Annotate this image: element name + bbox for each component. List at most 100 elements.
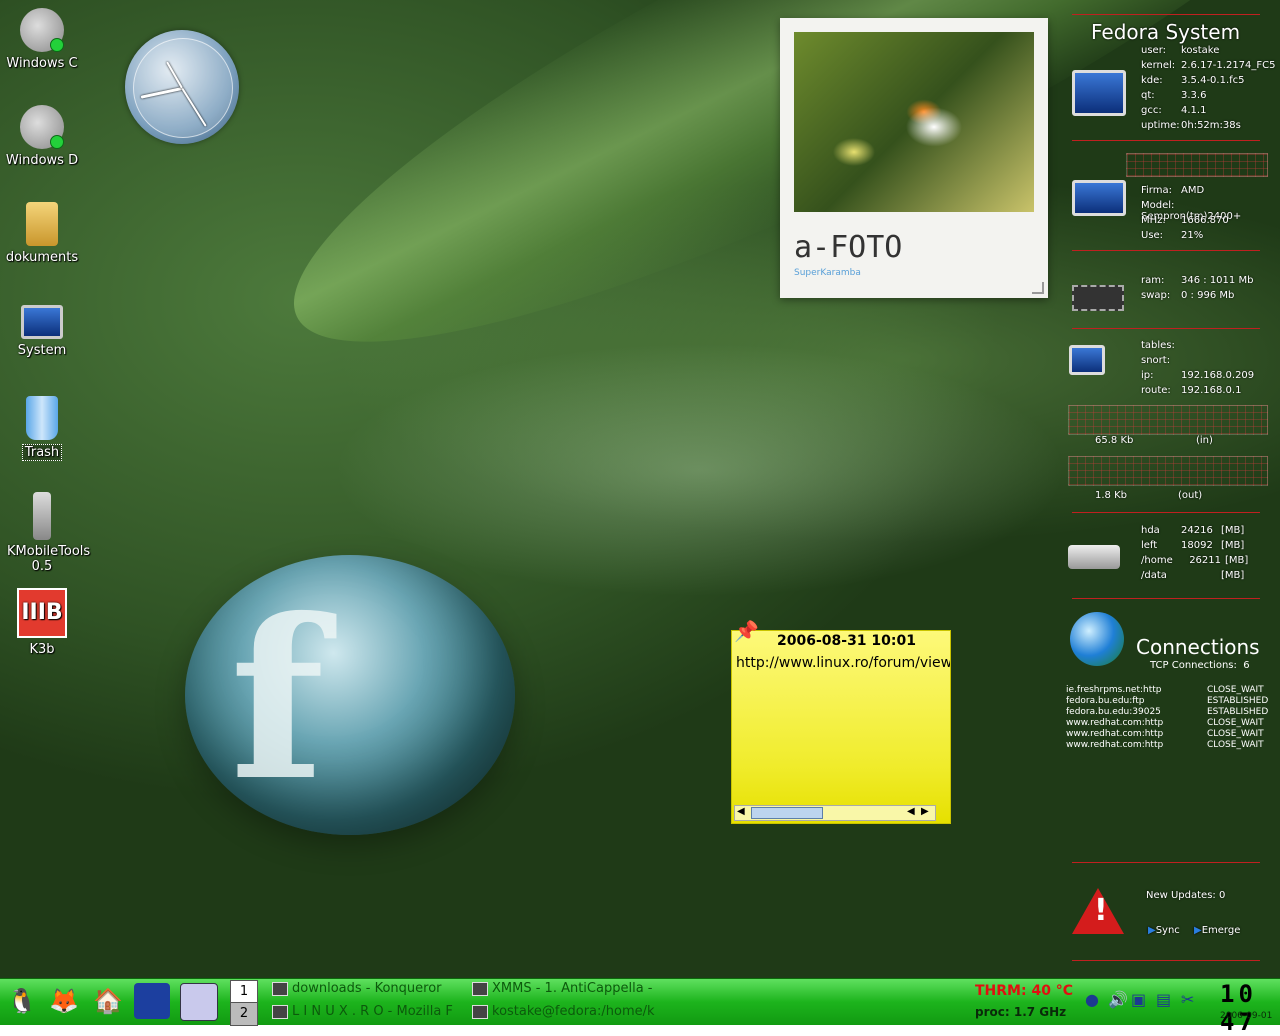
- computer-icon: [21, 305, 63, 339]
- connection-row: www.redhat.com:http CLOSE_WAIT: [1066, 740, 1264, 750]
- pushpin-icon: 📌: [734, 619, 759, 643]
- desktop-icon-system[interactable]: System: [2, 305, 82, 358]
- thermal-readout: THRM: 40 °C: [975, 983, 1074, 999]
- sticky-note-widget[interactable]: 📌 2006-08-31 10:01 http://www.linux.ro/f…: [731, 619, 951, 824]
- task-xmms[interactable]: XMMS - 1. AntiCappella -: [472, 981, 662, 996]
- sysinfo-row: qt: 3.3.6: [1141, 90, 1207, 101]
- clipboard-icon[interactable]: ▤: [1156, 990, 1174, 1009]
- network-connection-icon[interactable]: ▣: [1131, 990, 1149, 1009]
- sysinfo-title: Fedora System: [1091, 20, 1241, 44]
- volume-icon[interactable]: 🔊: [1108, 990, 1128, 1009]
- digital-clock[interactable]: 10 47: [1220, 980, 1280, 1036]
- pager-desktop-2[interactable]: 2: [230, 1002, 258, 1026]
- updates-status: New Updates: 0: [1146, 890, 1226, 901]
- desktop-icon-dokuments[interactable]: dokuments: [2, 202, 82, 265]
- network-row: snort:: [1141, 355, 1171, 366]
- firefox-launcher-icon[interactable]: 🦊: [46, 983, 82, 1019]
- net-out-value: 1.8 Kb: [1095, 490, 1127, 501]
- connections-title: Connections: [1136, 635, 1260, 659]
- disk-row: /home 26211 [MB]: [1141, 555, 1249, 566]
- tools-icon[interactable]: ✂: [1181, 990, 1199, 1009]
- divider: [1072, 598, 1260, 599]
- date-readout: 2006-09-01: [1220, 1011, 1273, 1021]
- folder-icon: [26, 202, 58, 246]
- connection-row: ie.freshrpms.net:http CLOSE_WAIT: [1066, 685, 1264, 695]
- divider: [1072, 512, 1260, 513]
- xmms-icon: [472, 981, 488, 996]
- mozilla-icon: [272, 1004, 288, 1019]
- desktop-icon-label: Windows C: [6, 56, 78, 71]
- photo-widget-logo: a-FOTO: [794, 230, 903, 265]
- disk-row: hda 24216 [MB]: [1141, 525, 1245, 536]
- home-folder-icon[interactable]: 🏠: [90, 983, 126, 1019]
- terminal-icon: [472, 1004, 488, 1019]
- pager-desktop-1[interactable]: 1: [230, 980, 258, 1004]
- desktop-icon-windows-d[interactable]: Windows D: [2, 105, 82, 168]
- sysinfo-row: gcc: 4.1.1: [1141, 105, 1207, 116]
- k3b-icon: IIIB: [17, 588, 67, 638]
- scroll-right-arrow-icon[interactable]: ▶: [921, 806, 929, 817]
- computer-icon: [1072, 70, 1126, 116]
- sysinfo-row: kde: 3.5.4-0.1.fc5: [1141, 75, 1245, 86]
- trash-icon: [26, 396, 58, 440]
- network-row: ip: 192.168.0.209: [1141, 370, 1255, 381]
- cpu-frequency-readout: proc: 1.7 GHz: [975, 1005, 1067, 1019]
- connection-row: fedora.bu.edu:39025 ESTABLISHED: [1066, 707, 1269, 717]
- scroll-left-arrow-icon[interactable]: ◀: [737, 806, 745, 817]
- task-konqueror[interactable]: downloads - Konqueror: [272, 981, 462, 996]
- memory-chip-icon: [1072, 285, 1124, 311]
- cpu-usage-graph: [1126, 153, 1268, 177]
- net-in-value: 65.8 Kb: [1095, 435, 1134, 446]
- desktop-icon-k3b[interactable]: IIIB K3b: [2, 588, 82, 657]
- divider: [1072, 960, 1260, 961]
- desktop-icon-trash[interactable]: Trash: [2, 396, 82, 461]
- connection-row: www.redhat.com:http CLOSE_WAIT: [1066, 718, 1264, 728]
- desktop-icon-label: KMobileTools 0.5: [7, 544, 91, 574]
- tcp-connections-count: TCP Connections: 6: [1150, 660, 1250, 671]
- konqueror-icon: [272, 981, 288, 996]
- desktop-icon-label: dokuments: [5, 250, 79, 265]
- memory-row: ram: 346 : 1011 Mb: [1141, 275, 1254, 286]
- network-row: route: 192.168.0.1: [1141, 385, 1242, 396]
- desktop-icon-label: Windows D: [5, 153, 79, 168]
- hard-drive-icon: [20, 8, 64, 52]
- divider: [1072, 862, 1260, 863]
- note-body[interactable]: http://www.linux.ro/forum/viewto: [736, 655, 950, 671]
- desktop-pager[interactable]: 1 2: [230, 979, 260, 1026]
- connection-row: fedora.bu.edu:ftp ESTABLISHED: [1066, 696, 1269, 706]
- terminal-launcher-icon[interactable]: [134, 983, 170, 1019]
- net-in-label: (in): [1196, 435, 1213, 446]
- desktop-icon-label: Trash: [21, 444, 63, 461]
- aquarium-fish-photo: [794, 32, 1034, 212]
- hard-drive-icon: [20, 105, 64, 149]
- desktop-icon-label: System: [17, 343, 67, 358]
- emerge-button[interactable]: ▶Emerge: [1194, 925, 1240, 936]
- desktop-icon-kmobiletools[interactable]: KMobileTools 0.5: [2, 492, 91, 574]
- start-menu-tux-icon[interactable]: 🐧: [4, 983, 40, 1019]
- sync-button[interactable]: ▶Sync: [1148, 925, 1180, 936]
- divider: [1072, 14, 1260, 15]
- network-out-graph: [1068, 456, 1268, 486]
- photo-frame-widget[interactable]: a-FOTO SuperKaramba: [780, 18, 1048, 298]
- mobile-phone-icon: [33, 492, 51, 540]
- disk-row: left 18092 [MB]: [1141, 540, 1245, 551]
- task-terminal[interactable]: kostake@fedora:/home/k: [472, 1004, 662, 1019]
- network-icon: [1069, 345, 1105, 375]
- cpu-row: MHz: 1666.870: [1141, 215, 1229, 226]
- desktop-icon-label: K3b: [29, 642, 55, 657]
- resize-grip-icon[interactable]: [1032, 282, 1044, 294]
- net-out-label: (out): [1178, 490, 1203, 501]
- play-arrow-icon: ▶: [1194, 925, 1202, 936]
- analog-clock-widget[interactable]: [125, 30, 239, 144]
- desktop-icon-windows-c[interactable]: Windows C: [2, 8, 82, 71]
- scroll-left-arrow-icon[interactable]: ◀: [907, 806, 915, 817]
- scrollbar-thumb[interactable]: [751, 807, 823, 819]
- play-arrow-icon: ▶: [1148, 925, 1156, 936]
- note-horizontal-scrollbar[interactable]: ◀ ◀ ▶: [734, 805, 936, 821]
- divider: [1072, 328, 1260, 329]
- show-desktop-icon[interactable]: [180, 983, 218, 1021]
- task-mozilla[interactable]: L I N U X . R O - Mozilla F: [272, 1004, 462, 1019]
- warning-exclamation-icon: !: [1094, 893, 1108, 928]
- network-tray-icon[interactable]: ●: [1085, 990, 1103, 1009]
- divider: [1072, 250, 1260, 251]
